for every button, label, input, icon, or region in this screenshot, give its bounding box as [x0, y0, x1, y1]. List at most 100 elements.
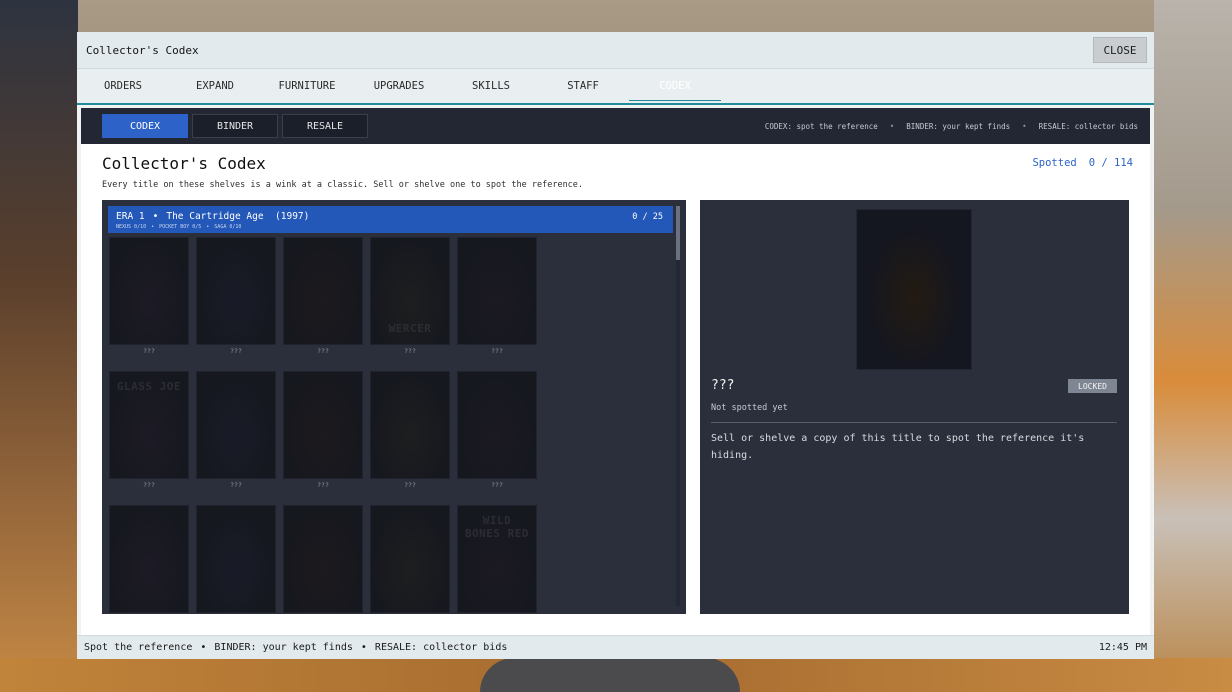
- hint-resale: RESALE: collector bids: [1038, 121, 1138, 131]
- scrollbar-thumb[interactable]: [676, 206, 680, 260]
- hint-separator: •: [1022, 121, 1027, 131]
- tab-furniture[interactable]: FURNITURE: [261, 69, 353, 103]
- status-hint: BINDER: your kept finds: [214, 642, 353, 653]
- codex-card[interactable]: GLASS JOE: [109, 371, 189, 479]
- codex-card[interactable]: [457, 371, 537, 479]
- codex-card[interactable]: [457, 237, 537, 345]
- codex-card[interactable]: [283, 237, 363, 345]
- card-cover-text: GLASS JOE: [116, 380, 182, 393]
- window-title: Collector's Codex: [86, 43, 199, 57]
- detail-status: Not spotted yet: [711, 403, 788, 413]
- page-header: Collector's Codex Every title on these s…: [81, 144, 1150, 200]
- codex-card[interactable]: WILD BONES RED: [457, 505, 537, 613]
- title-bar: Collector's Codex CLOSE: [77, 32, 1154, 69]
- codex-card[interactable]: [283, 505, 363, 613]
- subtab-codex[interactable]: CODEX: [102, 114, 188, 138]
- era-platform: POCKET BOY 0/5: [159, 224, 202, 230]
- codex-card[interactable]: [196, 505, 276, 613]
- detail-title: ???: [711, 378, 735, 393]
- status-hint: Spot the reference: [84, 642, 193, 653]
- grid-scrollbar[interactable]: [676, 206, 680, 606]
- card-label: ???: [404, 347, 416, 355]
- tab-orders[interactable]: ORDERS: [77, 69, 169, 103]
- spotted-label: Spotted: [1032, 157, 1077, 169]
- status-separator: •: [200, 642, 207, 653]
- card-cover-art: [110, 506, 188, 612]
- card-cover-art: [197, 506, 275, 612]
- card-label: ???: [317, 347, 329, 355]
- codex-card[interactable]: [370, 371, 450, 479]
- collection-panel: ERA 1 • The Cartridge Age (1997) NEXUS 0/1…: [102, 200, 686, 614]
- era-count: 0 / 25: [632, 212, 663, 222]
- codex-card[interactable]: [370, 505, 450, 613]
- tab-expand[interactable]: EXPAND: [169, 69, 261, 103]
- status-hint: RESALE: collector bids: [374, 642, 508, 653]
- era-platform: SAGA 0/10: [214, 224, 242, 230]
- background-left: [0, 0, 78, 692]
- card-cover-art: [371, 372, 449, 478]
- codex-card[interactable]: [283, 371, 363, 479]
- codex-card[interactable]: [109, 237, 189, 345]
- codex-window: Collector's Codex CLOSE ORDERS EXPAND FU…: [77, 32, 1154, 659]
- detail-description: Sell or shelve a copy of this title to s…: [711, 433, 1085, 461]
- era-title: ERA 1 • The Cartridge Age (1997): [116, 211, 309, 222]
- era-platforms: NEXUS 0/10 • POCKET BOY 0/5 • SAGA 0/10: [116, 224, 241, 230]
- subtab-binder[interactable]: BINDER: [192, 114, 278, 138]
- codex-card[interactable]: WERCER: [370, 237, 450, 345]
- subnav-hints: CODEX: spot the reference • BINDER: your…: [765, 108, 1138, 144]
- card-label: ???: [317, 481, 329, 489]
- background-stool: [480, 658, 740, 692]
- card-cover-art: [197, 238, 275, 344]
- cover-preview: [856, 209, 972, 370]
- status-hints: Spot the reference • BINDER: your kept fin…: [84, 642, 507, 653]
- hint-codex: CODEX: spot the reference: [764, 121, 878, 131]
- card-cover-art: [458, 372, 536, 478]
- era-name: The Cartridge Age: [166, 211, 264, 222]
- card-label: ???: [143, 347, 155, 355]
- card-cover-art: [284, 506, 362, 612]
- era-separator: •: [151, 224, 155, 230]
- tab-codex[interactable]: CODEX: [629, 69, 721, 103]
- page-subtitle: Every title on these shelves is a wink a…: [102, 180, 584, 190]
- codex-card[interactable]: [196, 237, 276, 345]
- card-label: ???: [404, 481, 416, 489]
- era-separator: •: [206, 224, 210, 230]
- card-label: ???: [230, 481, 242, 489]
- era-separator: •: [152, 211, 159, 222]
- spotted-count: 0 / 114: [1088, 157, 1133, 169]
- card-cover-art: [458, 238, 536, 344]
- era-label: ERA 1: [116, 211, 145, 222]
- card-cover-art: [197, 372, 275, 478]
- card-label: ???: [491, 347, 503, 355]
- codex-card[interactable]: [196, 371, 276, 479]
- detail-panel: ??? LOCKED Not spotted yet Sell or shelv…: [700, 200, 1129, 614]
- clock: 12:45 PM: [1098, 642, 1147, 653]
- subtab-resale[interactable]: RESALE: [282, 114, 368, 138]
- card-cover-art: [371, 506, 449, 612]
- card-cover-art: [110, 238, 188, 344]
- close-button[interactable]: CLOSE: [1093, 37, 1147, 63]
- era-platform: NEXUS 0/10: [116, 224, 147, 230]
- codex-card[interactable]: [109, 505, 189, 613]
- card-cover-art: [284, 238, 362, 344]
- tab-upgrades[interactable]: UPGRADES: [353, 69, 445, 103]
- detail-divider: [711, 422, 1117, 423]
- locked-badge: LOCKED: [1068, 379, 1117, 393]
- tab-staff[interactable]: STAFF: [537, 69, 629, 103]
- card-label: ???: [143, 481, 155, 489]
- cover-art: [857, 210, 971, 369]
- background-right: [1154, 0, 1232, 692]
- main-tabs: ORDERS EXPAND FURNITURE UPGRADES SKILLS …: [77, 69, 1154, 105]
- codex-content: CODEX BINDER RESALE CODEX: spot the refe…: [81, 108, 1150, 635]
- card-label: ???: [491, 481, 503, 489]
- card-cover-text: WILD BONES RED: [464, 514, 530, 540]
- hint-binder: BINDER: your kept finds: [906, 121, 1011, 131]
- era-year: (1997): [275, 211, 310, 222]
- sub-nav: CODEX BINDER RESALE CODEX: spot the refe…: [81, 108, 1150, 144]
- card-cover-text: WERCER: [388, 322, 432, 335]
- spotted-counter: Spotted 0 / 114: [1032, 157, 1133, 169]
- era-header[interactable]: ERA 1 • The Cartridge Age (1997) NEXUS 0/1…: [108, 206, 673, 233]
- tab-skills[interactable]: SKILLS: [445, 69, 537, 103]
- status-bar: Spot the reference • BINDER: your kept fin…: [77, 635, 1154, 659]
- page-title: Collector's Codex: [102, 154, 266, 173]
